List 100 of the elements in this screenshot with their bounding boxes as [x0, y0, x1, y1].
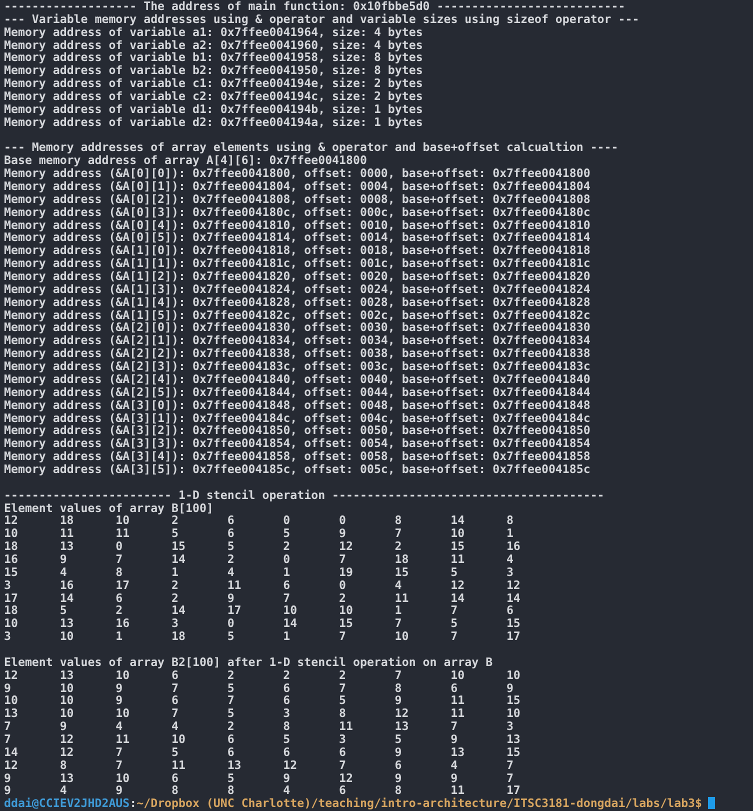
- array-value: 8: [116, 564, 123, 579]
- array-value: 2: [227, 552, 234, 566]
- output-line: Memory address (&A[0][4]): 0x7ffee0041810, offset: 0010, base+offset: 0x7ffee0041810: [4, 218, 590, 232]
- array-value: 14: [60, 590, 74, 605]
- array-value: 7: [338, 680, 346, 695]
- array-value: 5: [60, 603, 67, 618]
- array-value: 10: [506, 668, 520, 682]
- array-value: 6: [227, 744, 234, 759]
- array-value: 4: [450, 758, 458, 772]
- array-value: 7: [116, 758, 123, 772]
- array-value: 14: [450, 590, 465, 605]
- array-value: 12: [394, 706, 409, 720]
- output-line: Memory address of variable b1: 0x7ffee0041958, size: 8 bytes: [4, 50, 423, 64]
- output-line: Memory address (&A[3][5]): 0x7ffee004185c, offset: 005c, base+offset: 0x7ffee004185c: [4, 462, 590, 476]
- array-value: 10: [4, 693, 18, 708]
- array-value: 18: [4, 539, 18, 554]
- array-value: 2: [283, 668, 290, 682]
- array-value: 5: [283, 526, 290, 540]
- array-value: 4: [171, 719, 178, 734]
- array-value: 0: [338, 513, 346, 528]
- array-value: 19: [338, 564, 353, 579]
- array-value: 10: [116, 770, 130, 785]
- array-value: 18: [394, 552, 409, 566]
- array-value: 2: [171, 590, 178, 605]
- array-value: 7: [338, 552, 346, 566]
- array-value: 9: [450, 732, 458, 746]
- array-value: 7: [450, 603, 458, 618]
- output-line: Memory address of variable d1: 0x7ffee004194b, size: 1 bytes: [4, 102, 423, 116]
- array-value: 10: [116, 706, 130, 720]
- array-value: 9: [227, 590, 234, 605]
- array-value: 11: [60, 526, 74, 540]
- array-value: 14: [506, 590, 520, 605]
- array-value: 2: [116, 603, 123, 618]
- array-value: 6: [171, 668, 178, 682]
- array-value: 7: [116, 552, 123, 566]
- prompt-user-host: ddai@CCIEV2JHD2AUS: [4, 796, 130, 810]
- array-value: 6: [394, 758, 402, 772]
- array-value: 4: [506, 552, 514, 566]
- output-line: Memory address (&A[1][2]): 0x7ffee0041820, offset: 0020, base+offset: 0x7ffee0041820: [4, 269, 590, 284]
- array-value: 16: [506, 539, 520, 554]
- array-value: 1: [394, 603, 402, 618]
- array-value: 5: [338, 693, 346, 708]
- output-line: Memory address (&A[2][3]): 0x7ffee004183c, offset: 003c, base+offset: 0x7ffee004183c: [4, 359, 590, 374]
- array-value: 10: [60, 706, 74, 720]
- output-line: Element values of array B[100]: [4, 500, 214, 515]
- array-value: 8: [338, 706, 346, 720]
- array-value: 16: [4, 552, 18, 566]
- array-value: 9: [4, 680, 11, 695]
- array-value: 0: [227, 616, 234, 630]
- output-line: --- Memory addresses of array elements using & operator and base+offset calcualtion ----: [4, 140, 618, 154]
- array-value: 14: [171, 552, 186, 566]
- prompt-separator: :: [130, 796, 137, 810]
- array-value: 0: [283, 513, 290, 528]
- array-value: 7: [171, 680, 178, 695]
- array-value: 15: [394, 564, 409, 579]
- output-line: Memory address (&A[3][3]): 0x7ffee0041854, offset: 0054, base+offset: 0x7ffee0041854: [4, 436, 590, 450]
- array-value: 5: [450, 616, 458, 630]
- array-value: 11: [450, 693, 465, 708]
- array-value: 7: [506, 770, 514, 785]
- array-value: 13: [450, 744, 465, 759]
- output-line: Memory address (&A[0][2]): 0x7ffee0041808, offset: 0008, base+offset: 0x7ffee0041808: [4, 192, 590, 206]
- array-value: 1: [506, 526, 514, 540]
- array-value: 15: [338, 616, 353, 630]
- array-value: 9: [116, 680, 123, 695]
- array-value: 9: [394, 770, 402, 785]
- array-value: 14: [4, 744, 18, 759]
- array-value: 5: [227, 680, 234, 695]
- array-value: 5: [227, 539, 234, 554]
- array-value: 14: [171, 603, 186, 618]
- output-line: Memory address of variable d2: 0x7ffee004194a, size: 1 bytes: [4, 114, 423, 129]
- array-value: 10: [116, 513, 130, 528]
- array-value: 16: [116, 616, 130, 630]
- array-value: 13: [4, 706, 18, 720]
- output-line: Memory address (&A[0][5]): 0x7ffee0041814, offset: 0014, base+offset: 0x7ffee0041814: [4, 230, 590, 244]
- array-value: 14: [450, 513, 465, 528]
- array-value: 4: [116, 719, 123, 734]
- array-value: 5: [227, 770, 234, 785]
- array-value: 10: [506, 706, 520, 720]
- array-value: 9: [4, 770, 11, 785]
- array-value: 12: [60, 732, 74, 746]
- output-line: Memory address (&A[1][4]): 0x7ffee0041828, offset: 0028, base+offset: 0x7ffee0041828: [4, 294, 590, 309]
- array-value: 18: [60, 513, 74, 528]
- array-value: 10: [283, 603, 298, 618]
- array-value: 12: [338, 770, 353, 785]
- array-value: 15: [450, 539, 465, 554]
- array-value: 6: [227, 513, 234, 528]
- array-value: 8: [60, 758, 67, 772]
- array-value: 11: [450, 552, 465, 566]
- array-value: 10: [60, 680, 74, 695]
- array-value: 6: [338, 744, 346, 759]
- array-value: 6: [506, 603, 514, 618]
- array-value: 7: [283, 590, 290, 605]
- array-value: 7: [4, 732, 11, 746]
- array-value: 7: [4, 719, 11, 734]
- array-value: 7: [450, 629, 458, 644]
- array-value: 5: [450, 564, 458, 579]
- array-value: 11: [338, 719, 353, 734]
- array-value: 11: [116, 732, 130, 746]
- array-value: 13: [60, 539, 74, 554]
- array-value: 12: [4, 513, 18, 528]
